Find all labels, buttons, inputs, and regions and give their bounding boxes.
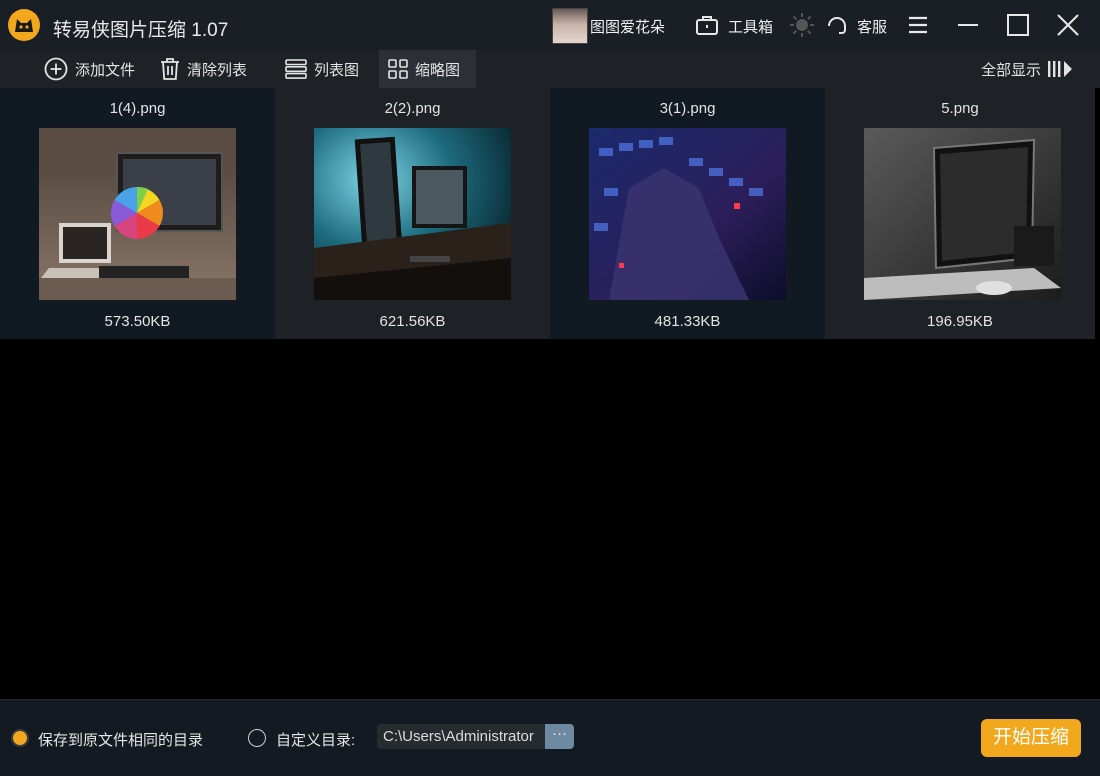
file-thumbnail bbox=[864, 128, 1061, 300]
start-compress-button[interactable]: 开始压缩 bbox=[981, 719, 1081, 757]
theme-toggle-icon[interactable] bbox=[789, 12, 815, 43]
trash-icon bbox=[161, 58, 179, 80]
file-name: 1(4).png bbox=[109, 100, 166, 117]
headset-icon[interactable] bbox=[826, 13, 848, 42]
bottom-bar: 保存到原文件相同的目录 自定义目录: C:\Users\Administrato… bbox=[0, 699, 1100, 776]
thumbnail-view-button[interactable]: 缩略图 bbox=[379, 50, 476, 88]
list-view-button[interactable]: 列表图 bbox=[285, 50, 359, 88]
show-all-label: 全部显示 bbox=[981, 61, 1042, 79]
output-path-field[interactable]: C:\Users\Administrator bbox=[377, 724, 545, 749]
clear-list-button[interactable]: 清除列表 bbox=[160, 50, 247, 88]
grid-edge bbox=[1095, 88, 1100, 339]
list-view-icon bbox=[285, 59, 307, 79]
support-button[interactable]: 客服 bbox=[857, 16, 887, 37]
list-view-label: 列表图 bbox=[314, 61, 360, 79]
file-size: 621.56KB bbox=[379, 313, 446, 330]
file-name: 5.png bbox=[941, 100, 979, 117]
maximize-button[interactable] bbox=[1006, 12, 1030, 38]
add-file-button[interactable]: 添加文件 bbox=[44, 50, 135, 88]
file-size: 481.33KB bbox=[654, 313, 721, 330]
title-bar: 转易侠图片压缩 1.07 图图爱花朵 工具箱 客服 bbox=[0, 0, 1100, 50]
clear-list-label: 清除列表 bbox=[187, 61, 248, 79]
file-card[interactable]: 3(1).png 481.33KB bbox=[550, 88, 825, 339]
show-all-button[interactable]: 全部显示 bbox=[981, 50, 1073, 88]
loading-spinner-icon bbox=[111, 186, 163, 239]
grid-view-icon bbox=[388, 59, 408, 79]
user-avatar[interactable] bbox=[552, 8, 588, 44]
toolbox-icon[interactable] bbox=[695, 13, 719, 42]
file-name: 3(1).png bbox=[659, 100, 716, 117]
browse-button[interactable]: ··· bbox=[545, 724, 574, 749]
file-size: 196.95KB bbox=[927, 313, 993, 330]
thumbnail-view-label: 缩略图 bbox=[415, 61, 461, 79]
minimize-button[interactable] bbox=[957, 12, 979, 38]
username-label[interactable]: 图图爱花朵 bbox=[590, 16, 665, 37]
close-button[interactable] bbox=[1056, 12, 1080, 38]
toolbar: 添加文件 清除列表 列表图 缩略图 全部显示 bbox=[0, 50, 1100, 88]
file-name: 2(2).png bbox=[384, 100, 441, 117]
file-size: 573.50KB bbox=[104, 313, 171, 330]
custom-dir-label[interactable]: 自定义目录: bbox=[276, 729, 355, 750]
file-thumbnail bbox=[589, 128, 786, 300]
file-card[interactable]: 5.png 196.95KB bbox=[825, 88, 1095, 339]
menu-icon[interactable] bbox=[907, 15, 929, 40]
toolbox-button[interactable]: 工具箱 bbox=[728, 16, 773, 37]
save-same-dir-radio[interactable] bbox=[11, 729, 29, 747]
thumbnail-grid: 1(4).png 573.50KB 2(2).png 621.56KB 3(1)… bbox=[0, 88, 1100, 339]
file-thumbnail bbox=[314, 128, 511, 300]
custom-dir-radio[interactable] bbox=[248, 729, 266, 747]
file-card[interactable]: 2(2).png 621.56KB bbox=[275, 88, 550, 339]
plus-circle-icon bbox=[44, 57, 68, 81]
file-card[interactable]: 1(4).png 573.50KB bbox=[0, 88, 275, 339]
add-file-label: 添加文件 bbox=[75, 61, 136, 79]
app-logo-icon bbox=[8, 9, 40, 41]
save-same-dir-label[interactable]: 保存到原文件相同的目录 bbox=[38, 729, 203, 750]
file-thumbnail bbox=[39, 128, 236, 300]
expand-icon bbox=[1048, 61, 1073, 77]
app-title: 转易侠图片压缩 1.07 bbox=[53, 20, 229, 41]
